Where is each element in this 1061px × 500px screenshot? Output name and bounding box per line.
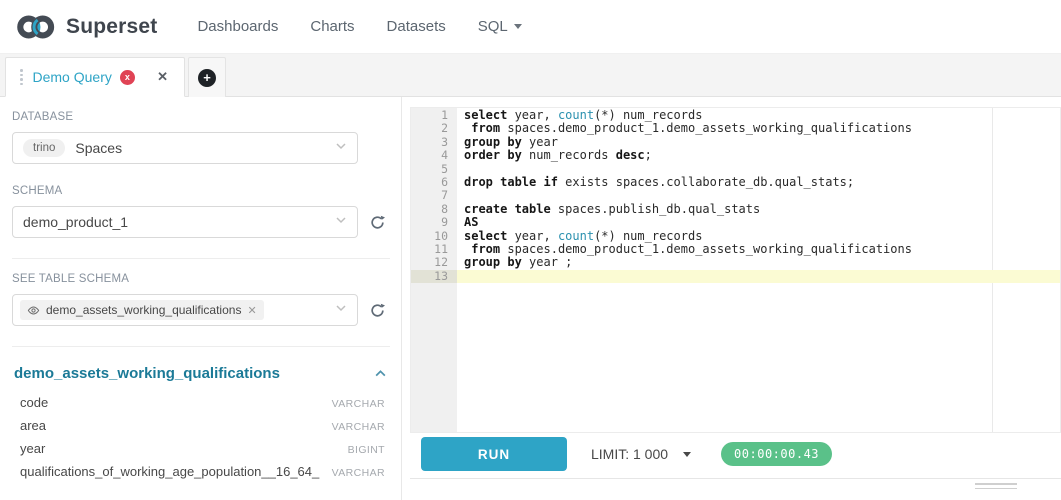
caret-down-icon [683,452,691,457]
code-line[interactable]: drop table if exists spaces.collaborate_… [457,176,1060,189]
query-timer-badge: 00:00:00.43 [721,442,832,466]
chevron-down-icon [335,139,347,157]
chevron-down-icon [335,301,347,319]
code-line[interactable] [457,270,1060,283]
brand-name: Superset [66,15,157,39]
eye-icon [27,304,40,317]
schema-label: SCHEMA [12,185,389,197]
superset-logo[interactable]: Superset [16,12,157,42]
code-line[interactable]: from spaces.demo_product_1.demo_assets_w… [457,243,1060,256]
sql-lab-left-panel: DATABASE trino Spaces SCHEMA demo_produc… [0,97,402,500]
line-number: 1 [411,109,457,122]
line-number: 3 [411,136,457,149]
code-line[interactable]: group by year ; [457,256,1060,269]
column-row: qualifications_of_working_age_population… [20,461,385,484]
selected-table-tag[interactable]: demo_assets_working_qualifications ✕ [20,300,264,320]
code-line[interactable] [457,163,1060,176]
column-name: area [20,415,46,437]
pane-resize-handle[interactable] [975,483,1017,492]
remove-table-icon[interactable]: ✕ [247,304,256,317]
line-number: 9 [411,216,457,229]
column-row: area VARCHAR [20,415,385,438]
chevron-down-icon [335,213,347,231]
line-number: 7 [411,189,457,202]
divider [12,258,390,259]
table-select[interactable]: demo_assets_working_qualifications ✕ [12,294,358,326]
code-line[interactable]: from spaces.demo_product_1.demo_assets_w… [457,122,1060,135]
line-number: 12 [411,256,457,269]
line-number: 13 [411,270,457,283]
pane-divider [410,478,1061,479]
column-row: code VARCHAR [20,392,385,415]
column-type: BIGINT [348,439,385,461]
query-tab-bar: Demo Query x ✕ + [0,54,1061,97]
refresh-tables-icon[interactable] [369,302,386,319]
column-name: year [20,438,45,460]
collapse-table-icon[interactable] [374,367,387,380]
line-number: 6 [411,176,457,189]
nav-item-datasets[interactable]: Datasets [371,18,462,35]
tab-label[interactable]: Demo Query [33,69,112,85]
column-type: VARCHAR [332,462,385,484]
tab-demo-query[interactable]: Demo Query x ✕ [5,57,185,97]
plus-icon: + [198,69,216,87]
table-schema-label: SEE TABLE SCHEMA [12,273,389,285]
nav-item-dashboards[interactable]: Dashboards [181,18,294,35]
column-name: qualifications_of_working_age_population… [20,461,319,483]
database-select[interactable]: trino Spaces [12,132,358,164]
line-number: 8 [411,203,457,216]
query-status-icon[interactable]: x [120,70,135,85]
code-line[interactable]: order by num_records desc; [457,149,1060,162]
schema-select-value: demo_product_1 [23,214,128,230]
code-line[interactable]: AS [457,216,1060,229]
line-number: 4 [411,149,457,162]
nav-menu: DashboardsChartsDatasetsSQL [181,18,537,35]
line-number: 11 [411,243,457,256]
superset-logo-icon [16,12,58,42]
editor-toolbar: RUN LIMIT: 1 000 00:00:00.43 [410,437,1061,471]
line-number: 5 [411,163,457,176]
caret-down-icon [514,24,522,29]
limit-label: LIMIT: 1 000 [591,446,668,462]
engine-badge: trino [23,139,65,157]
schema-select[interactable]: demo_product_1 [12,206,358,238]
new-tab-button[interactable]: + [188,57,226,97]
editor-code-area[interactable]: select year, count(*) num_records from s… [457,108,1060,283]
column-type: VARCHAR [332,393,385,415]
run-button[interactable]: RUN [421,437,567,471]
selected-table-name: demo_assets_working_qualifications [46,303,241,317]
code-line[interactable]: create table spaces.publish_db.qual_stat… [457,203,1060,216]
database-select-value: Spaces [75,140,122,156]
tab-close-icon[interactable]: ✕ [157,69,168,85]
code-line[interactable] [457,189,1060,202]
refresh-schemas-icon[interactable] [369,214,386,231]
table-name-heading[interactable]: demo_assets_working_qualifications [14,365,280,382]
editor-gutter: 12345678910111213 [411,108,457,432]
line-number: 2 [411,122,457,135]
column-name: code [20,392,48,414]
table-columns-list: code VARCHAR area VARCHAR year BIGINT qualific… [12,392,389,484]
column-type: VARCHAR [332,416,385,438]
sql-editor[interactable]: 12345678910111213 select year, count(*) … [410,107,1061,433]
nav-item-sql[interactable]: SQL [462,18,538,35]
code-line[interactable]: group by year [457,136,1060,149]
limit-dropdown[interactable]: LIMIT: 1 000 [591,446,691,462]
top-navbar: Superset DashboardsChartsDatasetsSQL [0,0,1061,54]
nav-item-charts[interactable]: Charts [294,18,370,35]
line-number: 10 [411,230,457,243]
database-label: DATABASE [12,111,389,123]
divider [12,346,390,347]
code-line[interactable]: select year, count(*) num_records [457,109,1060,122]
code-line[interactable]: select year, count(*) num_records [457,230,1060,243]
tab-drag-handle-icon[interactable] [20,69,23,85]
column-row: year BIGINT [20,438,385,461]
